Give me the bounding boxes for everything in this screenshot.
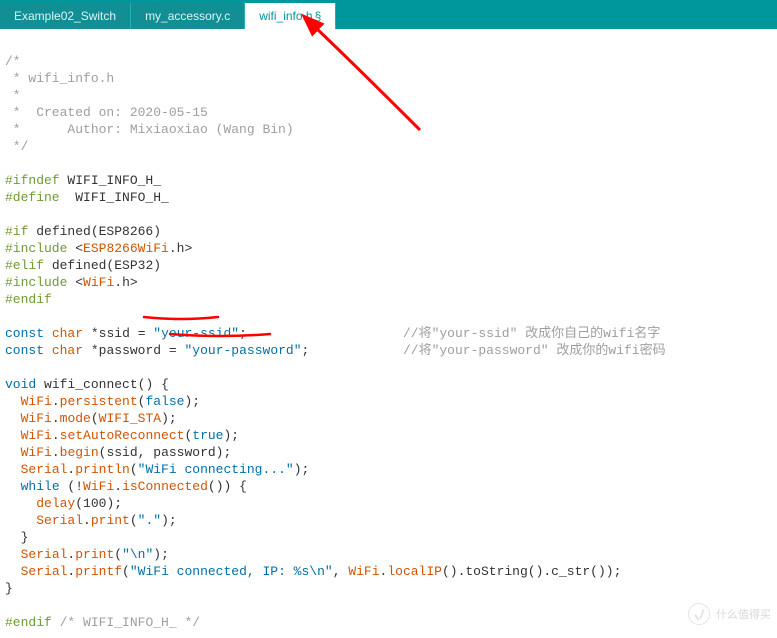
pre-ifndef: #ifndef (5, 173, 60, 188)
pre-endif: #endif (5, 615, 52, 630)
comment: * (5, 88, 21, 103)
comment: * Created on: 2020-05-15 (5, 105, 208, 120)
code-editor[interactable]: /* * wifi_info.h * * Created on: 2020-05… (0, 29, 777, 638)
watermark: 什么值得买 (688, 603, 771, 625)
pre-if: #if (5, 224, 28, 239)
ssid-value: "your-ssid" (153, 326, 239, 341)
password-value: "your-password" (185, 343, 302, 358)
comment: * Author: Mixiaoxiao (Wang Bin) (5, 122, 294, 137)
kw-void: void (5, 377, 36, 392)
tab-wifi-info[interactable]: wifi_info.h§ (245, 3, 336, 29)
modified-indicator-icon: § (315, 9, 322, 23)
comment: * wifi_info.h (5, 71, 114, 86)
tab-my-accessory[interactable]: my_accessory.c (131, 3, 245, 29)
pre-define: #define (5, 190, 60, 205)
ssid-comment: //将"your-ssid" 改成你自己的wifi名字 (403, 326, 660, 341)
comment: */ (5, 139, 28, 154)
tab-example02[interactable]: Example02_Switch (0, 3, 131, 29)
watermark-logo-icon (688, 603, 710, 625)
pre-include: #include (5, 275, 67, 290)
pre-include: #include (5, 241, 67, 256)
kw-const: const (5, 343, 44, 358)
comment: /* (5, 54, 21, 69)
password-comment: //将"your-password" 改成你的wifi密码 (403, 343, 666, 358)
pre-elif: #elif (5, 258, 44, 273)
kw-const: const (5, 326, 44, 341)
pre-endif: #endif (5, 292, 52, 307)
tab-bar: Example02_Switch my_accessory.c wifi_inf… (0, 0, 777, 29)
